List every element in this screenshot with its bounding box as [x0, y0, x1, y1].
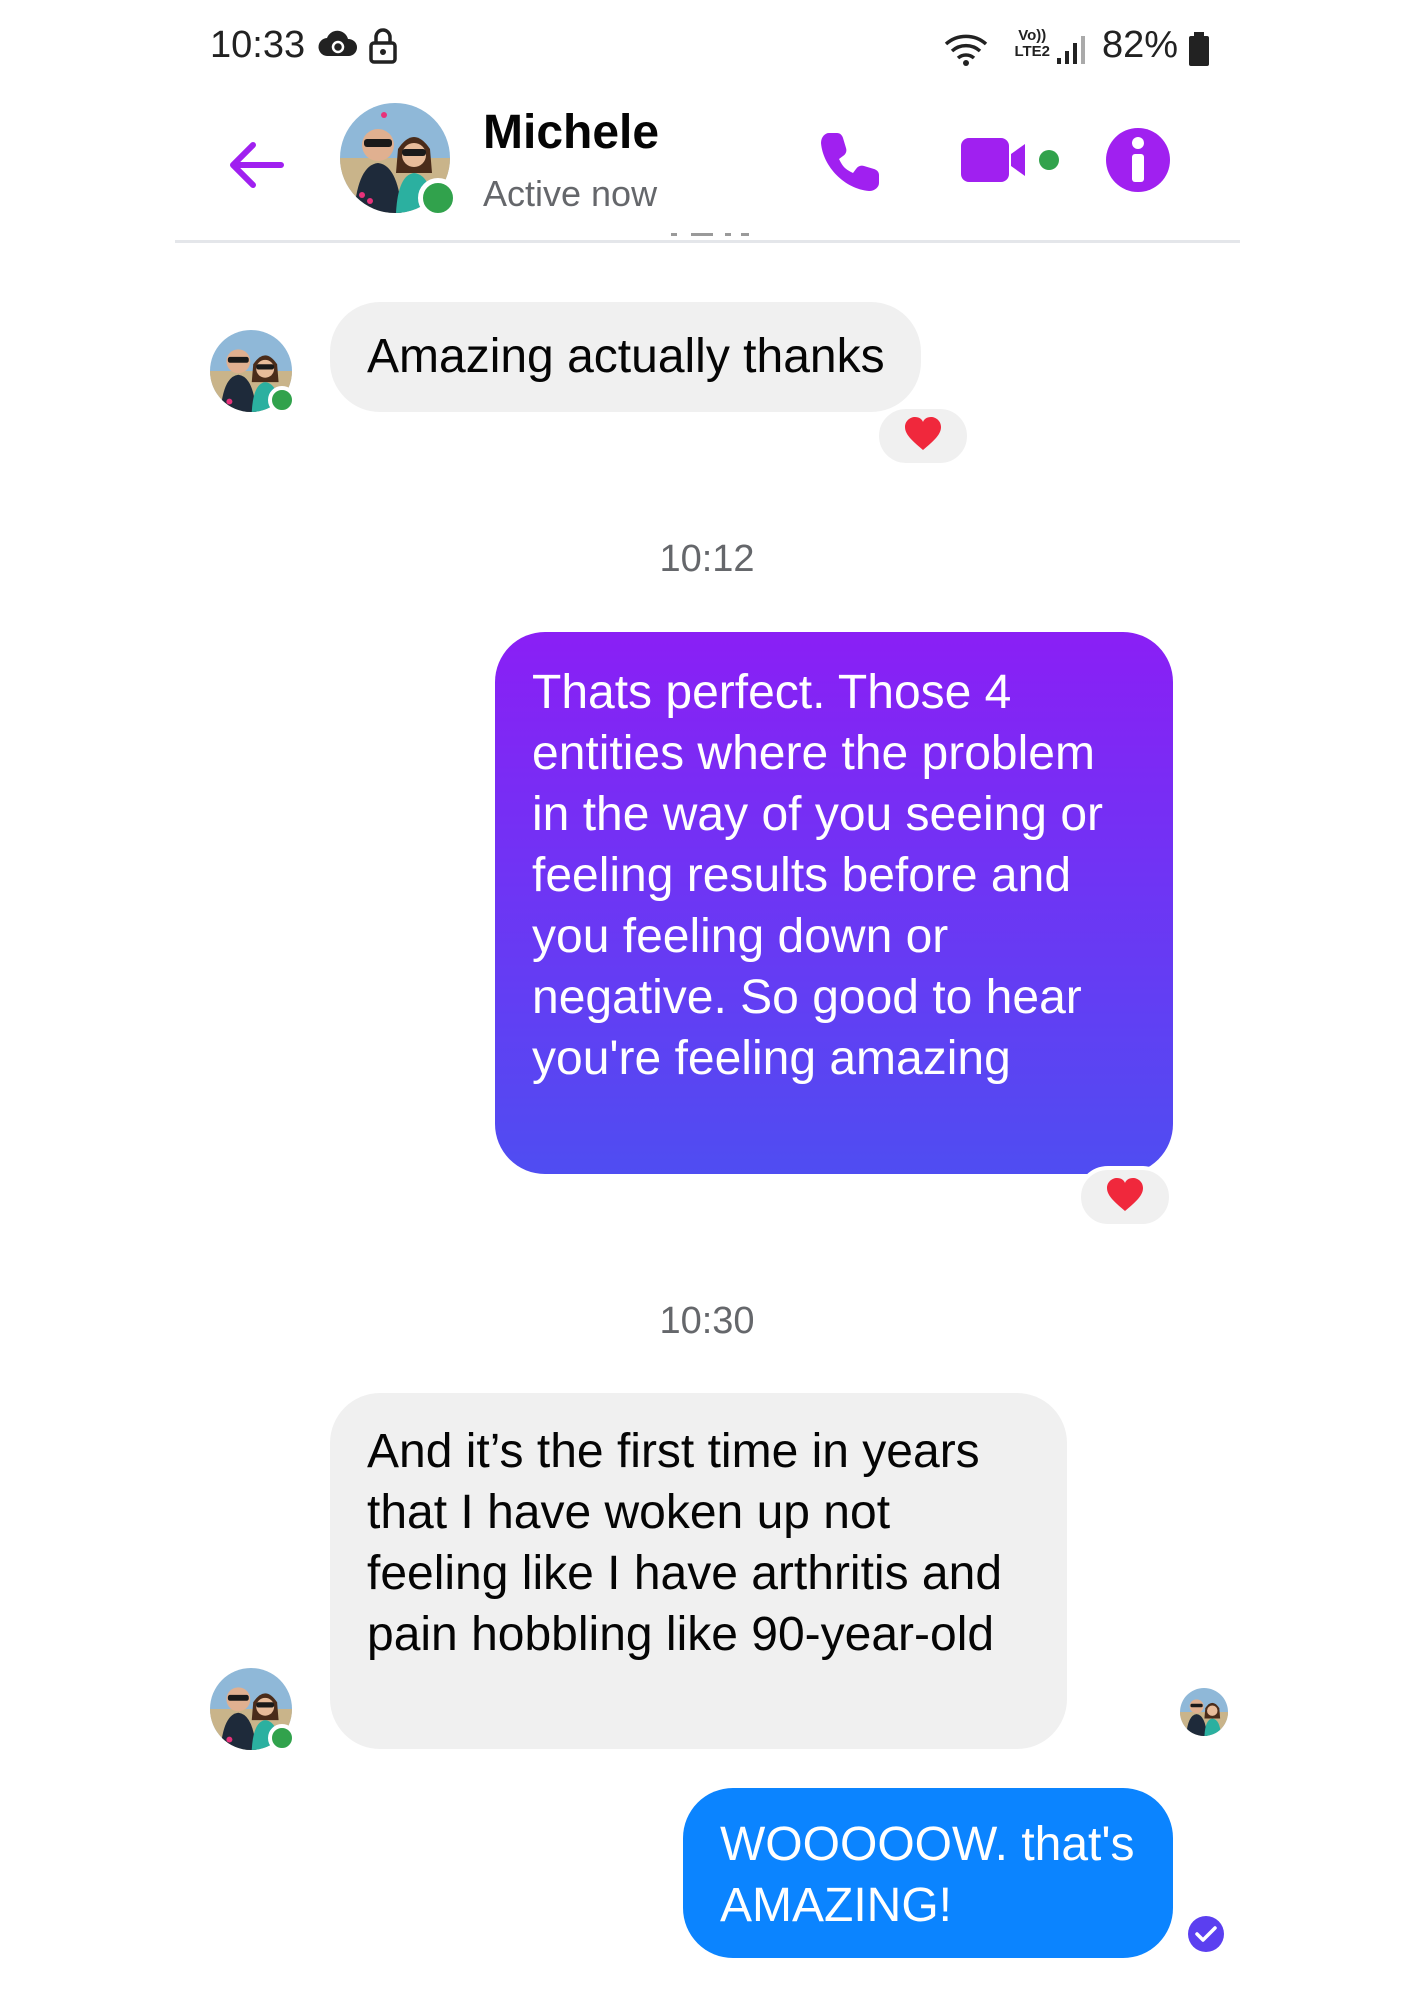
status-time: 10:33	[210, 24, 306, 66]
video-camera-icon[interactable]	[957, 130, 1067, 190]
cutoff-timestamp	[665, 228, 755, 236]
battery-icon	[1188, 32, 1210, 71]
message-bubble-outgoing[interactable]: WOOOOOW. that's AMAZING!	[683, 1788, 1173, 1958]
message-bubble-outgoing[interactable]: Thats perfect. Those 4 entities where th…	[495, 632, 1173, 1174]
reaction-badge[interactable]	[1077, 1166, 1173, 1228]
online-indicator	[268, 386, 296, 414]
volte-indicator: Vo)) LTE2	[1014, 28, 1050, 60]
lte-label: LTE2	[1014, 43, 1050, 60]
check-circle-icon	[1186, 1914, 1226, 1954]
timestamp: 10:12	[659, 538, 755, 580]
volte-label: Vo))	[1018, 27, 1047, 44]
status-bar: 10:33 Vo)) LTE2 82%	[210, 22, 1210, 78]
online-indicator	[418, 178, 458, 218]
chat-header: Michele Active now	[175, 95, 1240, 243]
info-icon[interactable]	[1103, 125, 1173, 195]
timestamp: 10:30	[659, 1300, 755, 1342]
read-receipt-avatar	[1180, 1688, 1228, 1736]
battery-percent: 82%	[1101, 24, 1178, 66]
heart-icon	[1105, 1177, 1145, 1218]
heart-icon	[903, 416, 943, 457]
message-bubble-incoming[interactable]: And it’s the first time in years that I …	[330, 1393, 1067, 1749]
message-bubble-incoming[interactable]: Amazing actually thanks	[330, 302, 921, 412]
lock-icon	[368, 27, 398, 70]
reaction-badge[interactable]	[875, 405, 971, 467]
back-arrow-icon[interactable]	[225, 133, 289, 197]
wifi-icon	[944, 32, 988, 71]
contact-status: Active now	[483, 173, 658, 214]
signal-icon	[1055, 34, 1085, 71]
cloud-icon	[318, 30, 358, 65]
online-indicator	[268, 1724, 296, 1752]
phone-icon[interactable]	[815, 127, 885, 197]
messenger-screen: 10:33 Vo)) LTE2 82% Michele Active now A…	[0, 0, 1414, 2000]
contact-name[interactable]: Michele	[483, 105, 659, 160]
